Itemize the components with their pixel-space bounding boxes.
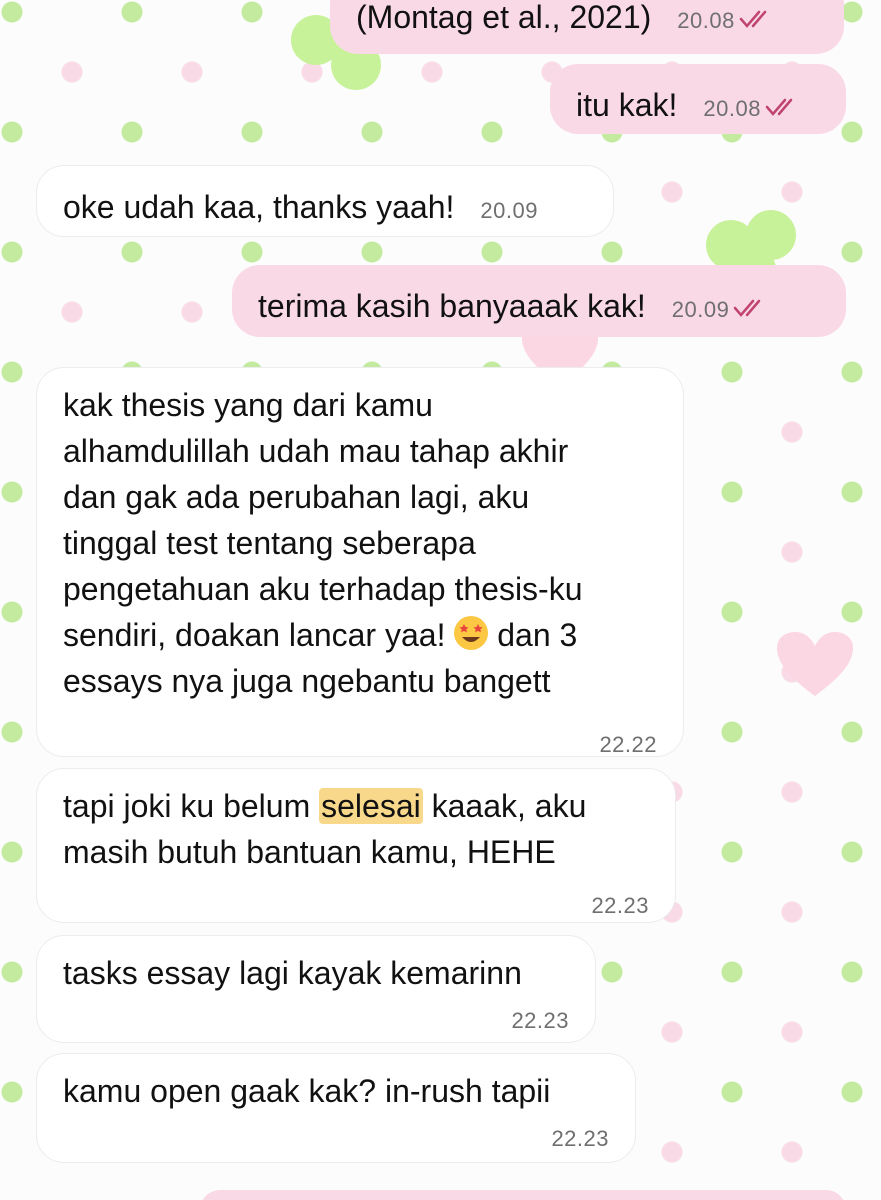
chat-thread[interactable]: (Montag et al., 2021) 20.08 itu kak! 20.… [0,0,881,1200]
message-text: kamu open gaak kak? in-rush tapii [63,1073,551,1109]
message-text: (Montag et al., 2021) [356,0,652,35]
read-checks-icon [765,98,793,116]
message-time: 22.23 [511,1008,569,1033]
star-struck-emoji-icon [454,616,489,650]
incoming-message[interactable]: kamu open gaak kak? in-rush tapii 22.23 [36,1053,636,1163]
message-time: 22.23 [591,893,649,918]
outgoing-message[interactable]: (Montag et al., 2021) 20.08 [330,0,844,54]
read-checks-icon [739,10,767,28]
message-time: 22.22 [599,732,657,757]
message-time: 20.09 [671,297,730,322]
message-text: tasks essay lagi kayak kemarinn [63,955,522,991]
message-text: terima kasih banyaaak kak! [258,288,646,324]
message-text: tapi joki ku belum selesai kaaak, aku ma… [63,788,587,870]
message-time: 22.23 [551,1126,609,1151]
message-text: itu kak! [576,87,678,123]
message-time: 20.09 [480,198,538,223]
incoming-message[interactable]: oke udah kaa, thanks yaah! 20.09 [36,165,614,237]
incoming-message[interactable]: kak thesis yang dari kamu alhamdulillah … [36,367,684,757]
outgoing-message[interactable]: itu kak! 20.08 [550,64,846,134]
incoming-message[interactable]: tapi joki ku belum selesai kaaak, aku ma… [36,768,676,923]
incoming-message[interactable]: tasks essay lagi kayak kemarinn 22.23 [36,935,596,1043]
message-time: 20.08 [677,8,735,33]
message-time: 20.08 [703,96,761,121]
read-checks-icon [734,299,761,317]
outgoing-message-partial[interactable] [200,1190,846,1200]
message-text: kak thesis yang dari kamu alhamdulillah … [63,387,583,699]
search-highlight: selesai [319,788,423,824]
message-text: oke udah kaa, thanks yaah! [63,189,455,225]
outgoing-message[interactable]: terima kasih banyaaak kak! 20.09 [232,265,846,337]
